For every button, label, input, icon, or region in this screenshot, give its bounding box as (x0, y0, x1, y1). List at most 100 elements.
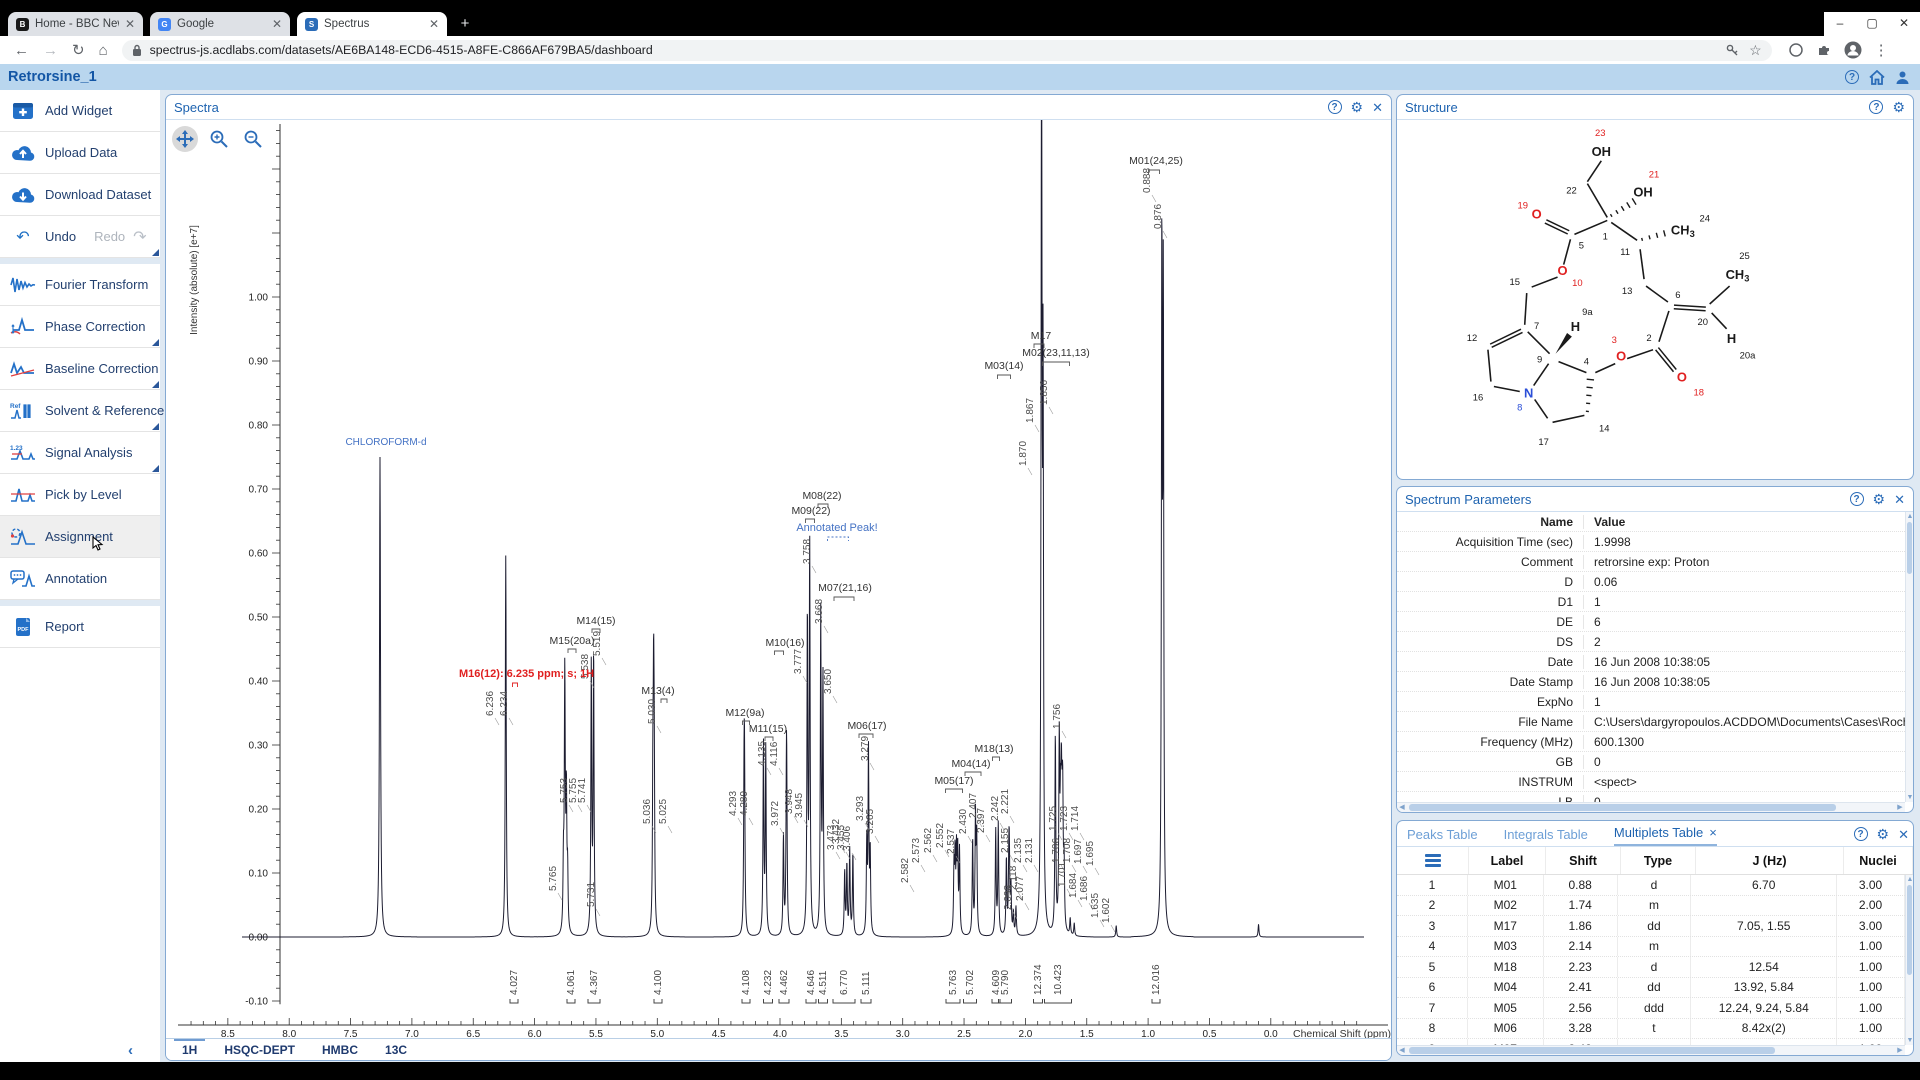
multiplet-row[interactable]: 4M032.14m1.00 (1397, 937, 1905, 958)
sidebar-collapse-chevron[interactable]: ‹ (128, 1042, 133, 1059)
maximize-icon[interactable]: ▢ (1856, 12, 1888, 36)
parameter-row[interactable]: ExpNo1 (1397, 692, 1905, 712)
parameters-vertical-scrollbar[interactable]: ▲▼ (1905, 512, 1913, 802)
app-help-icon[interactable]: ? (1845, 70, 1859, 84)
parameter-row[interactable]: INSTRUM<spect> (1397, 772, 1905, 792)
structure-settings-gear-icon[interactable]: ⚙ (1892, 100, 1905, 114)
profile-avatar[interactable] (1844, 41, 1862, 59)
tables-settings-gear-icon[interactable]: ⚙ (1877, 827, 1890, 841)
table-tab-peaks-table[interactable]: Peaks Table (1407, 827, 1478, 846)
parameter-row[interactable]: File NameC:\Users\dargyropoulos.ACDDOM\D… (1397, 712, 1905, 732)
nmr-spectrum-plot[interactable]: -0.100.000.100.200.300.400.500.600.700.8… (166, 120, 1391, 1038)
forward-icon[interactable]: → (43, 42, 58, 59)
multiplet-row[interactable]: 7M052.56ddd12.24, 9.24, 5.841.00 (1397, 998, 1905, 1019)
tables-close-icon[interactable]: ✕ (1898, 828, 1909, 841)
sidebar-item-fourier-transform[interactable]: Fourier Transform (0, 258, 160, 306)
app-home-icon[interactable] (1869, 70, 1885, 85)
parameter-row[interactable]: DS2 (1397, 632, 1905, 652)
multiplet-cell (1691, 896, 1837, 916)
address-bar[interactable]: spectrus-js.acdlabs.com/datasets/AE6BA14… (122, 40, 1772, 61)
svg-text:1.0: 1.0 (1141, 1029, 1155, 1038)
multiplets-col-type[interactable]: Type (1621, 847, 1696, 874)
browser-tab[interactable]: BHome - BBC News✕ (8, 12, 143, 36)
zoom-out-button[interactable] (240, 126, 266, 152)
spectrum-tab-hmbc[interactable]: HMBC (322, 1043, 358, 1057)
spectrum-tab-hsqc-dept[interactable]: HSQC-DEPT (224, 1043, 295, 1057)
structure-help-icon[interactable]: ? (1869, 100, 1883, 114)
table-tab-integrals-table[interactable]: Integrals Table (1504, 827, 1588, 846)
multiplet-row[interactable]: 6M042.41dd13.92, 5.841.00 (1397, 978, 1905, 999)
multiplet-row[interactable]: 5M182.23d12.541.00 (1397, 957, 1905, 978)
multiplets-horizontal-scrollbar[interactable]: ◀▶ (1397, 1045, 1905, 1055)
sidebar-item-signal-analysis[interactable]: 1.23Signal Analysis (0, 432, 160, 474)
sidebar-item-pick-by-level[interactable]: Pick by Level (0, 474, 160, 516)
status-circle-icon[interactable] (1788, 42, 1804, 58)
home-icon[interactable]: ⌂ (99, 42, 108, 59)
parameters-close-icon[interactable]: ✕ (1894, 493, 1905, 506)
bookmark-star-icon[interactable]: ☆ (1749, 42, 1762, 59)
sidebar-item-download-dataset[interactable]: Download Dataset (0, 174, 160, 216)
minimize-icon[interactable]: – (1824, 12, 1856, 36)
multiplet-cell: 2.14 (1544, 937, 1618, 957)
parameter-row[interactable]: GB0 (1397, 752, 1905, 772)
table-tab-multiplets-table[interactable]: Multiplets Table× (1614, 825, 1717, 846)
sidebar-item-upload-data[interactable]: Upload Data (0, 132, 160, 174)
sidebar-item-undo[interactable]: ↶UndoRedo↷ (0, 216, 160, 258)
reload-icon[interactable]: ↻ (72, 41, 85, 59)
sidebar-item-assignment[interactable]: Assignment (0, 516, 160, 558)
redo-button[interactable]: Redo (94, 229, 125, 244)
parameter-row[interactable]: Date Stamp16 Jun 2008 10:38:05 (1397, 672, 1905, 692)
app-user-icon[interactable] (1895, 70, 1910, 85)
parameter-row[interactable]: DE6 (1397, 612, 1905, 632)
parameter-row[interactable]: D11 (1397, 592, 1905, 612)
key-icon[interactable] (1725, 43, 1739, 57)
svg-text:M01(24,25): M01(24,25) (1129, 155, 1183, 167)
multiplets-col-label[interactable]: Label (1469, 847, 1546, 874)
sidebar-item-report[interactable]: PDFReport (0, 600, 160, 648)
spectrum-tab-1h[interactable]: 1H (182, 1043, 197, 1057)
tab-close-icon[interactable]: ✕ (125, 17, 135, 31)
parameter-row[interactable]: Acquisition Time (sec)1.9998 (1397, 532, 1905, 552)
tables-help-icon[interactable]: ? (1854, 827, 1868, 841)
table-tab-close-icon[interactable]: × (1709, 825, 1717, 840)
browser-tab[interactable]: SSpectrus✕ (297, 12, 447, 36)
multiplets-vertical-scrollbar[interactable]: ▲▼ (1905, 875, 1913, 1045)
browser-menu-kebab-icon[interactable]: ⋮ (1874, 41, 1889, 59)
multiplet-row[interactable]: 2M021.74m2.00 (1397, 896, 1905, 917)
sidebar-item-baseline-correction[interactable]: Baseline Correction (0, 348, 160, 390)
parameter-row[interactable]: LB0 (1397, 792, 1905, 802)
multiplet-row[interactable]: 3M171.86dd7.05, 1.553.00 (1397, 916, 1905, 937)
parameter-row[interactable]: Date16 Jun 2008 10:38:05 (1397, 652, 1905, 672)
table-menu-hamburger-icon[interactable] (1425, 852, 1441, 870)
multiplets-col-jhz[interactable]: J (Hz) (1696, 847, 1844, 874)
back-icon[interactable]: ← (14, 42, 29, 59)
parameters-help-icon[interactable]: ? (1850, 492, 1864, 506)
spectra-close-icon[interactable]: ✕ (1372, 101, 1383, 114)
extensions-puzzle-icon[interactable] (1816, 42, 1832, 58)
parameters-horizontal-scrollbar[interactable]: ◀▶ (1397, 802, 1905, 812)
parameter-row[interactable]: Frequency (MHz)600.1300 (1397, 732, 1905, 752)
multiplets-col-nuclei[interactable]: Nuclei (1844, 847, 1913, 874)
parameter-row[interactable]: D0.06 (1397, 572, 1905, 592)
new-tab-button[interactable]: + (455, 15, 475, 34)
url-text[interactable]: spectrus-js.acdlabs.com/datasets/AE6BA14… (150, 43, 1725, 57)
spectra-settings-gear-icon[interactable]: ⚙ (1351, 100, 1364, 114)
sidebar-item-solvent-reference[interactable]: RefSolvent & Reference (0, 390, 160, 432)
zoom-in-button[interactable] (206, 126, 232, 152)
multiplets-col-shift[interactable]: Shift (1546, 847, 1621, 874)
close-icon[interactable]: ✕ (1888, 12, 1920, 36)
sidebar-item-add-widget[interactable]: Add Widget (0, 90, 160, 132)
spectrum-tab-13c[interactable]: 13C (385, 1043, 407, 1057)
multiplet-row[interactable]: 8M063.28t8.42x(2)1.00 (1397, 1019, 1905, 1040)
sidebar-item-phase-correction[interactable]: Phase Correction (0, 306, 160, 348)
tab-close-icon[interactable]: ✕ (272, 17, 282, 31)
parameter-row[interactable]: Commentretrorsine exp: Proton (1397, 552, 1905, 572)
browser-tab[interactable]: GGoogle✕ (150, 12, 290, 36)
multiplet-row[interactable]: 1M010.88d6.703.00 (1397, 875, 1905, 896)
sidebar-item-annotation[interactable]: Annotation (0, 558, 160, 600)
tab-close-icon[interactable]: ✕ (429, 17, 439, 31)
parameters-settings-gear-icon[interactable]: ⚙ (1873, 492, 1886, 506)
pan-tool-button[interactable] (172, 126, 198, 152)
svg-text:0.10: 0.10 (249, 869, 269, 880)
spectra-help-icon[interactable]: ? (1328, 100, 1342, 114)
